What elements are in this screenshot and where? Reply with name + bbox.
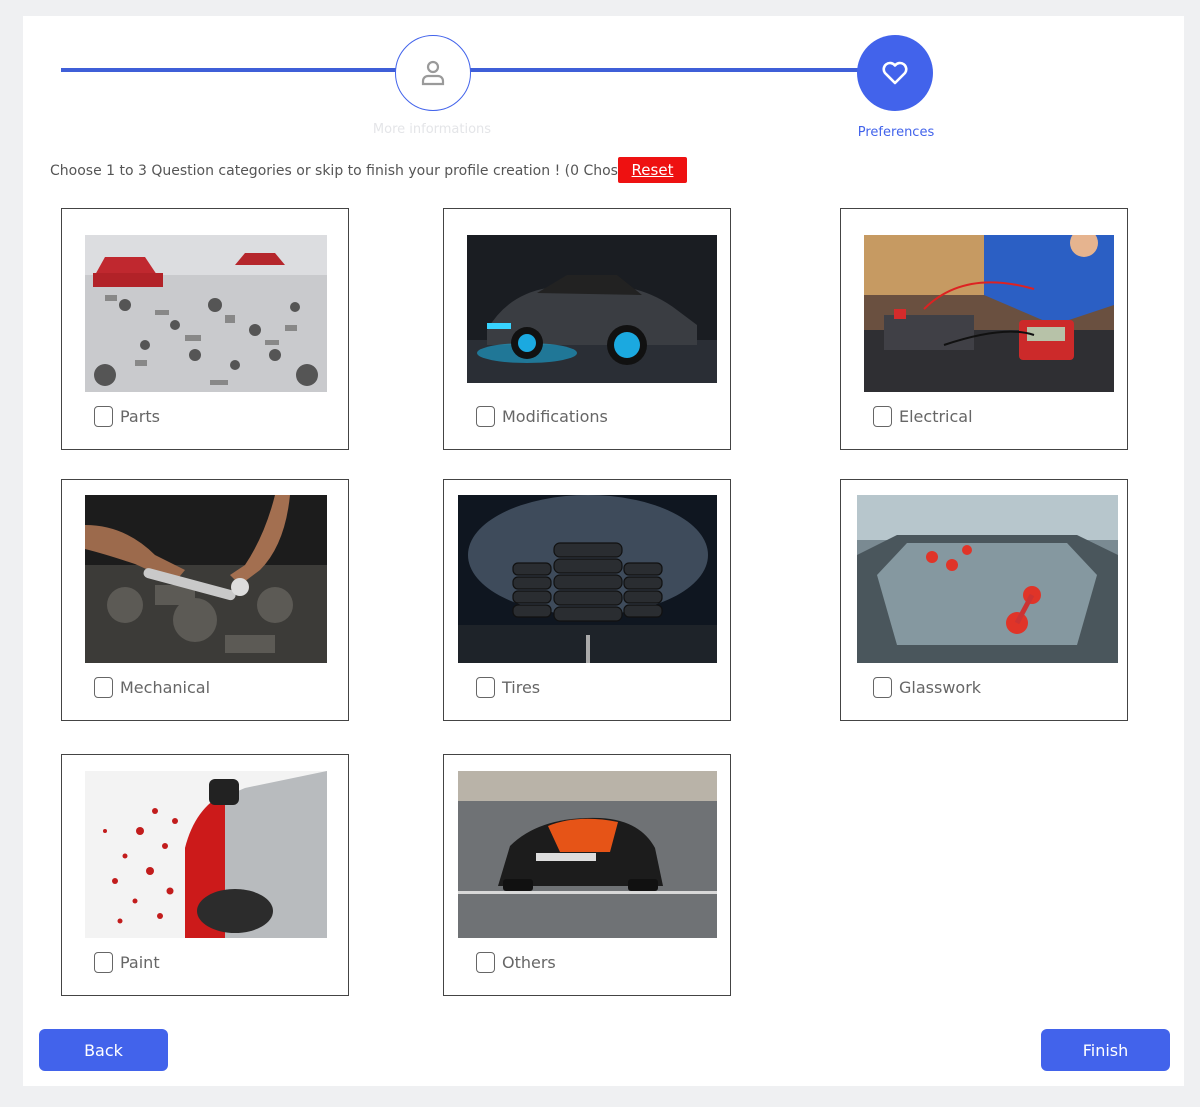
modifications-label: Modifications <box>502 407 608 426</box>
mechanical-checkbox[interactable] <box>94 677 113 698</box>
parts-choice[interactable]: Parts <box>94 406 160 427</box>
glasswork-checkbox[interactable] <box>873 677 892 698</box>
parts-checkbox[interactable] <box>94 406 113 427</box>
parts-image <box>85 235 327 392</box>
others-image <box>458 771 717 938</box>
others-choice[interactable]: Others <box>476 952 556 973</box>
tires-choice[interactable]: Tires <box>476 677 540 698</box>
modifications-checkbox[interactable] <box>476 406 495 427</box>
paint-label: Paint <box>120 953 160 972</box>
category-card-mechanical[interactable]: Mechanical <box>61 479 349 721</box>
tires-image <box>458 495 717 663</box>
electrical-label: Electrical <box>899 407 973 426</box>
tires-checkbox[interactable] <box>476 677 495 698</box>
stepper-line-left <box>61 68 397 72</box>
step-preferences[interactable] <box>857 35 933 111</box>
mechanical-choice[interactable]: Mechanical <box>94 677 210 698</box>
glasswork-image <box>857 495 1118 663</box>
category-card-paint[interactable]: Paint <box>61 754 349 996</box>
category-card-others[interactable]: Others <box>443 754 731 996</box>
modifications-choice[interactable]: Modifications <box>476 406 608 427</box>
modifications-image <box>467 235 717 383</box>
reset-button[interactable]: Reset <box>618 157 687 183</box>
stepper-line-middle <box>469 68 859 72</box>
mechanical-label: Mechanical <box>120 678 211 697</box>
mechanical-image <box>85 495 327 663</box>
category-card-tires[interactable]: Tires <box>443 479 731 721</box>
others-label: Others <box>502 953 556 972</box>
instructions-text: Choose 1 to 3 Question categories or ski… <box>50 163 641 179</box>
electrical-checkbox[interactable] <box>873 406 892 427</box>
category-card-parts[interactable]: Parts <box>61 208 349 450</box>
tires-label: Tires <box>502 678 541 697</box>
step-more-informations[interactable] <box>395 35 471 111</box>
others-checkbox[interactable] <box>476 952 495 973</box>
parts-label: Parts <box>120 407 160 426</box>
category-card-modifications[interactable]: Modifications <box>443 208 731 450</box>
glasswork-label: Glasswork <box>899 678 982 697</box>
electrical-image <box>864 235 1114 392</box>
electrical-choice[interactable]: Electrical <box>873 406 973 427</box>
paint-image <box>85 771 327 938</box>
category-card-glasswork[interactable]: Glasswork <box>840 479 1128 721</box>
finish-button[interactable]: Finish <box>1041 1029 1170 1071</box>
person-icon <box>421 60 445 86</box>
paint-choice[interactable]: Paint <box>94 952 160 973</box>
glasswork-choice[interactable]: Glasswork <box>873 677 981 698</box>
category-card-electrical[interactable]: Electrical <box>840 208 1128 450</box>
paint-checkbox[interactable] <box>94 952 113 973</box>
step-label-preferences: Preferences <box>857 125 935 140</box>
back-button[interactable]: Back <box>39 1029 168 1071</box>
heart-icon <box>882 61 908 85</box>
step-label-more-informations: More informations <box>372 122 492 137</box>
